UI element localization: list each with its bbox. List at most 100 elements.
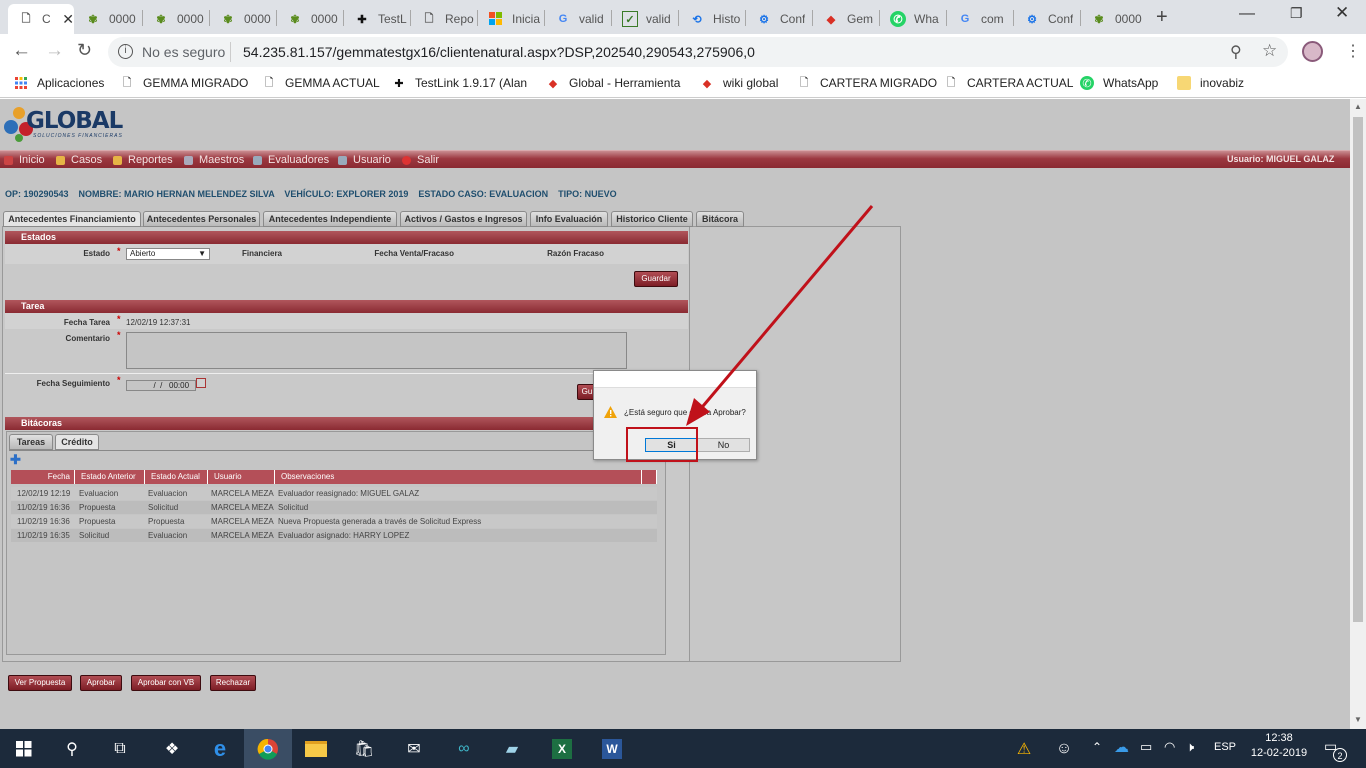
bookmark-inovabiz[interactable]: inovabiz [1177,76,1244,90]
tab-config-1[interactable]: ⚙ Conf [746,4,813,34]
wifi-icon[interactable]: ◠ [1164,739,1175,755]
ver-propuesta-button[interactable]: Ver Propuesta [8,675,72,691]
tab-bug-2[interactable]: ✾ 0000 [143,4,210,34]
scroll-up-icon[interactable]: ▲ [1354,102,1362,111]
menu-reportes[interactable]: Reportes [113,154,173,166]
page-scrollbar[interactable]: ▲ ▼ [1350,99,1366,729]
dropbox-icon[interactable]: ❖ [148,729,196,768]
clock-time: 12:38 [1265,732,1293,744]
tab-bug-1[interactable]: ✾ 0000 [75,4,142,34]
info-icon[interactable]: i [118,44,133,59]
start-button[interactable] [0,729,48,768]
bookmark-cartera-migrado[interactable]: 🗋 CARTERA MIGRADO [797,76,938,90]
tab-bug-3[interactable]: ✾ 0000 [210,4,277,34]
language-indicator[interactable]: ESP [1214,741,1236,753]
menu-inicio[interactable]: Inicio [4,154,45,166]
arduino-icon[interactable]: ∞ [440,729,488,768]
subtab-tareas[interactable]: Tareas [9,434,53,450]
chevron-up-icon[interactable]: ⌃ [1092,740,1102,754]
people-icon[interactable]: ☺ [1040,729,1088,768]
tab-gemma[interactable]: ◆ Gem [813,4,880,34]
avatar[interactable] [1302,41,1323,62]
tab-history[interactable]: ⟲ Histo [679,4,746,34]
bookmark-cartera-actual[interactable]: 🗋 CARTERA ACTUAL [944,76,1074,90]
word-icon[interactable]: W [588,729,636,768]
table-row[interactable]: 11/02/19 16:36 Propuesta Solicitud MARCE… [11,501,657,514]
tab-whatsapp[interactable]: ✆ Wha [880,4,947,34]
excel-icon[interactable]: X [538,729,586,768]
tab-google-2[interactable]: Gcom [947,4,1014,34]
edge-icon[interactable]: e [196,729,244,768]
new-tab-icon[interactable]: + [1156,6,1168,29]
store-icon[interactable]: 🛍 [340,729,388,768]
estados-save-button[interactable]: Guardar [634,271,678,287]
onedrive-icon[interactable]: ☁ [1114,738,1129,756]
battery-icon[interactable]: ▭ [1140,739,1152,755]
tab-config-2[interactable]: ⚙ Conf [1014,4,1081,34]
minimize-icon[interactable]: — [1239,5,1255,23]
menu-evaluadores[interactable]: Evaluadores [253,154,329,166]
zoom-icon[interactable]: ⚲ [1230,42,1242,62]
bookmark-gemma-actual[interactable]: 🗋 GEMMA ACTUAL [262,76,380,90]
menu-maestros[interactable]: Maestros [184,154,244,166]
reload-icon[interactable]: ↻ [77,40,92,61]
menu-casos[interactable]: Casos [56,154,102,166]
tab-bug-4[interactable]: ✾ 0000 [277,4,344,34]
tab-bug-5[interactable]: ✾ 0000 [1081,4,1148,34]
tab-antecedentes-independiente[interactable]: Antecedentes Independiente [263,211,397,227]
menu-usuario[interactable]: Usuario [338,154,391,166]
table-row[interactable]: 11/02/19 16:35 Solicitud Evaluacion MARC… [11,529,657,542]
bookmark-whatsapp[interactable]: ✆ WhatsApp [1080,76,1158,90]
forward-icon[interactable]: → [45,40,64,62]
file-explorer-icon[interactable] [292,729,340,768]
tab-antecedentes-personales[interactable]: Antecedentes Personales [143,211,260,227]
scrollbar-thumb[interactable] [1353,117,1363,622]
tab-testlink[interactable]: ✚ TestL [344,4,411,34]
speaker-muted-icon[interactable]: 🕨 [1186,739,1194,755]
close-tab-icon[interactable]: ✕ [62,11,74,28]
search-icon[interactable]: ⚲ [48,729,96,768]
address-bar[interactable]: i No es seguro 54.235.81.157/gemmatestgx… [108,37,1288,67]
subtab-credito[interactable]: Crédito [55,434,99,450]
comentario-textarea[interactable] [126,332,627,369]
tab-active[interactable]: 🗋 C ✕ [8,4,74,34]
tab-valid[interactable]: ✓ valid [612,4,679,34]
estado-select[interactable]: Abierto ▼ [126,248,210,260]
check-icon: ✓ [622,11,638,27]
more-menu-icon[interactable]: ⋮ [1345,41,1361,61]
close-window-icon[interactable]: ✕ [1335,3,1349,23]
bookmark-wiki-global[interactable]: ◆ wiki global [700,76,779,90]
restore-icon[interactable]: ❐ [1290,5,1303,22]
aprobar-con-vb-button[interactable]: Aprobar con VB [131,675,201,691]
add-icon[interactable]: ✚ [10,452,21,468]
table-row[interactable]: 11/02/19 16:36 Propuesta Propuesta MARCE… [11,515,657,528]
menu-salir[interactable]: Salir [402,154,439,166]
mail-icon[interactable]: ✉ [390,729,438,768]
section-tarea: Tarea [5,300,688,313]
bookmark-global-herramienta[interactable]: ◆ Global - Herramienta [546,76,681,90]
back-icon[interactable]: ← [12,40,31,62]
rechazar-button[interactable]: Rechazar [210,675,256,691]
bookmark-testlink[interactable]: ✚ TestLink 1.9.17 (Alan [392,76,527,90]
notes-icon[interactable]: ▰ [488,729,536,768]
aprobar-button[interactable]: Aprobar [80,675,122,691]
table-row[interactable]: 12/02/19 12:19 Evaluacion Evaluacion MAR… [11,487,657,500]
fecha-seguimiento-input[interactable]: / / 00:00 [126,380,196,391]
tab-google-1[interactable]: Gvalid [545,4,612,34]
tab-antecedentes-financiamiento[interactable]: Antecedentes Financiamiento [3,211,141,227]
tab-inicia[interactable]: Inicia [478,4,545,34]
task-view-icon[interactable]: ⧉ [96,729,144,768]
tab-activos-gastos[interactable]: Activos / Gastos e Ingresos [400,211,527,227]
chrome-icon[interactable] [244,729,292,768]
column-estado-anterior: Estado Anterior [75,470,145,484]
bookmark-apps[interactable]: Aplicaciones [14,76,104,90]
clock[interactable]: 12:38 12-02-2019 [1246,732,1312,759]
bookmark-gemma-migrado[interactable]: 🗋 GEMMA MIGRADO [120,76,249,90]
tab-info-evaluacion[interactable]: Info Evaluación [530,211,608,227]
tab-repo[interactable]: 🗋 Repo [411,4,478,34]
url-text[interactable]: 54.235.81.157/gemmatestgx16/clientenatur… [243,44,755,60]
star-icon[interactable]: ☆ [1262,41,1277,61]
no-button[interactable]: No [697,438,750,452]
calendar-icon[interactable] [196,378,206,388]
scroll-down-icon[interactable]: ▼ [1354,715,1362,724]
